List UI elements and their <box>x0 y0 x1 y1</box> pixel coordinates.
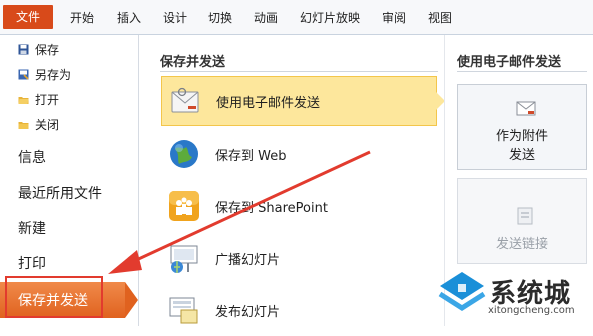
save-send-title: 保存并发送 <box>160 55 226 70</box>
tab-transitions[interactable]: 切换 <box>208 9 232 26</box>
option-publish-slides-label: 发布幻灯片 <box>215 305 281 320</box>
selected-pointer <box>125 282 138 318</box>
watermark-logo <box>438 272 486 311</box>
option-save-web[interactable]: 保存到 Web <box>161 130 437 180</box>
save-as-command[interactable]: 另存为 <box>18 65 71 83</box>
tab-design[interactable]: 设计 <box>163 9 187 26</box>
email-icon <box>171 87 199 113</box>
save-label: 保存 <box>35 42 60 57</box>
right-divider <box>457 71 587 72</box>
save-command[interactable]: 保存 <box>18 40 59 58</box>
option-broadcast-label: 广播幻灯片 <box>215 253 281 268</box>
nav-item-recent[interactable]: 最近所用文件 <box>18 183 102 203</box>
open-command[interactable]: 打开 <box>18 90 59 108</box>
ribbon-tab-bar: 文件 开始 插入 设计 切换 动画 幻灯片放映 审阅 视图 <box>0 0 593 35</box>
save-as-icon <box>18 69 29 80</box>
option-save-web-label: 保存到 Web <box>215 149 287 164</box>
sharepoint-icon <box>169 191 199 221</box>
option-publish-slides[interactable]: 发布幻灯片 <box>161 286 437 336</box>
tab-animations[interactable]: 动画 <box>254 9 278 26</box>
open-label: 打开 <box>35 92 60 107</box>
tab-slideshow[interactable]: 幻灯片放映 <box>300 9 360 26</box>
close-folder-icon <box>18 121 29 129</box>
open-folder-icon <box>18 96 29 104</box>
watermark-url: xitongcheng.com <box>488 305 575 316</box>
tab-view[interactable]: 视图 <box>428 9 452 26</box>
option-save-sharepoint[interactable]: 保存到 SharePoint <box>161 182 437 232</box>
nav-item-info[interactable]: 信息 <box>18 147 46 167</box>
option-send-email-label: 使用电子邮件发送 <box>216 96 321 111</box>
close-command[interactable]: 关闭 <box>18 115 59 133</box>
save-icon <box>18 44 29 54</box>
save-as-label: 另存为 <box>35 67 72 82</box>
option-send-email[interactable]: 使用电子邮件发送 <box>161 76 445 126</box>
send-as-attachment-line2: 发送 <box>508 148 535 163</box>
tab-review[interactable]: 审阅 <box>382 9 406 26</box>
broadcast-icon <box>170 245 198 273</box>
send-link-button[interactable]: 发送链接 <box>457 178 587 264</box>
option-broadcast[interactable]: 广播幻灯片 <box>161 234 437 284</box>
nav-item-print[interactable]: 打印 <box>18 253 46 273</box>
send-as-attachment-button[interactable]: 作为附件 发送 <box>457 84 587 170</box>
section-divider <box>160 71 438 72</box>
annotation-highlight-box <box>5 276 103 318</box>
publish-slides-icon <box>169 297 198 324</box>
option-save-sharepoint-label: 保存到 SharePoint <box>215 201 328 216</box>
nav-item-new[interactable]: 新建 <box>18 218 46 238</box>
attachment-mail-icon <box>516 101 536 116</box>
send-email-title: 使用电子邮件发送 <box>457 55 562 70</box>
globe-icon <box>170 140 198 168</box>
send-link-label: 发送链接 <box>495 237 548 252</box>
tab-file[interactable]: 文件 <box>3 5 53 29</box>
link-mail-icon <box>517 207 533 225</box>
tab-home[interactable]: 开始 <box>70 9 94 26</box>
tab-insert[interactable]: 插入 <box>117 9 141 26</box>
send-as-attachment-line1: 作为附件 <box>495 129 548 144</box>
close-label: 关闭 <box>35 117 60 132</box>
